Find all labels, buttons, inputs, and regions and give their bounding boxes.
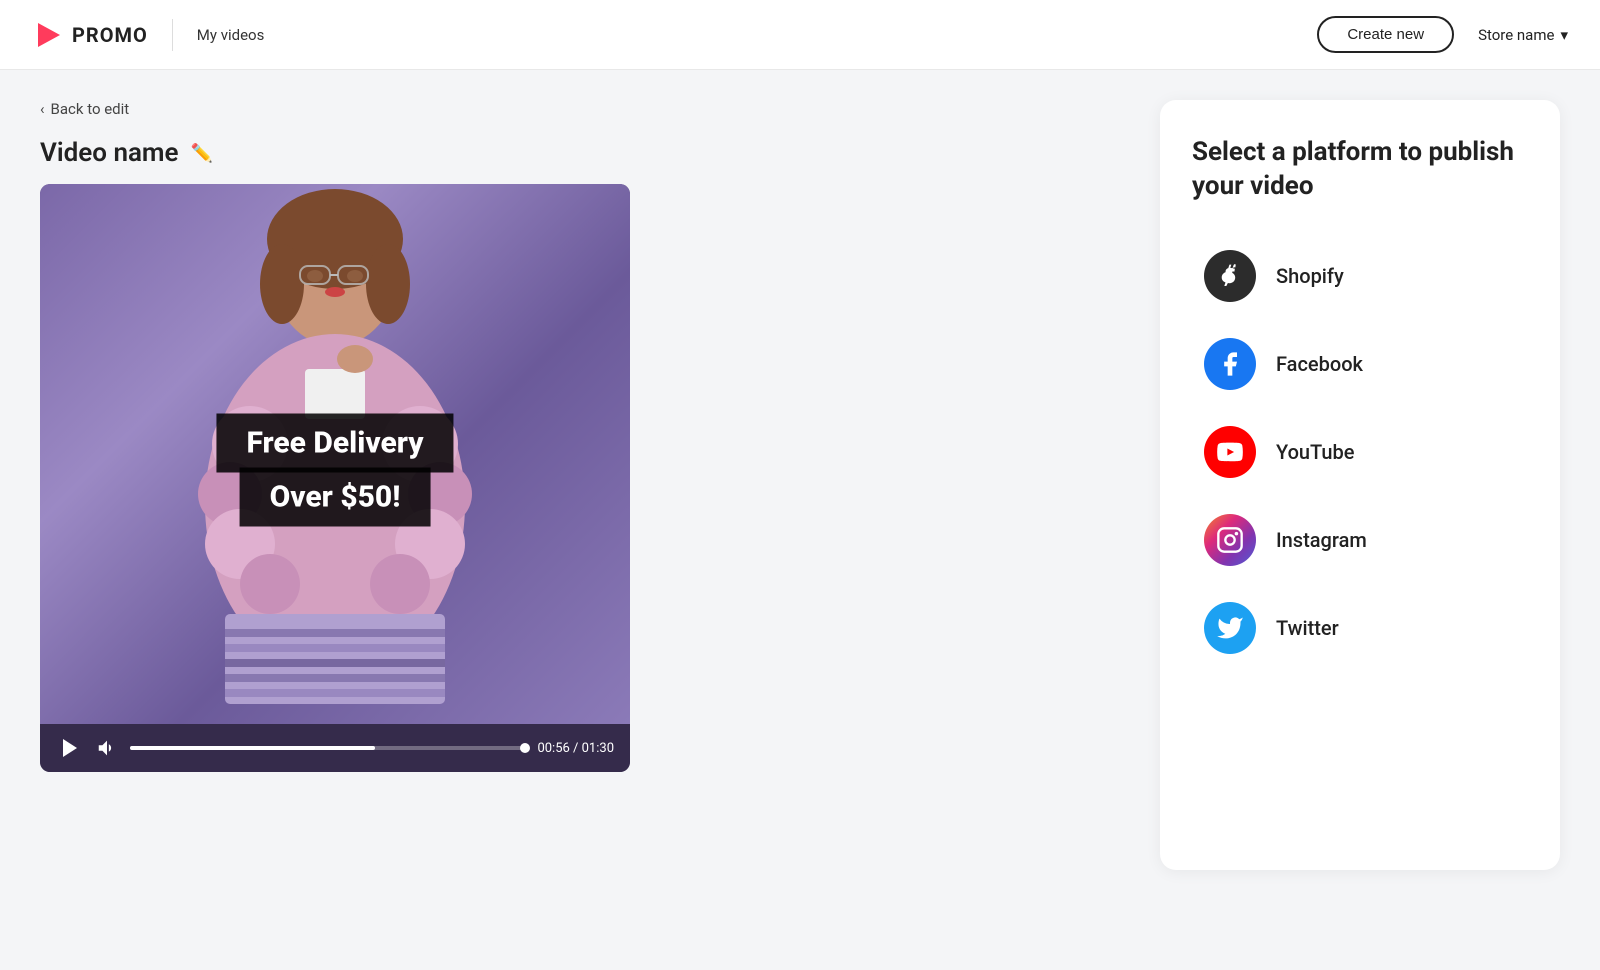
platform-item-twitter[interactable]: Twitter	[1192, 588, 1528, 668]
play-button[interactable]	[56, 734, 84, 762]
panel-title: Select a platform to publish your video	[1192, 136, 1528, 204]
logo[interactable]: PROMO	[32, 19, 148, 51]
time-display: 00:56 / 01:30	[537, 741, 614, 756]
main-content: ‹ Back to edit Video name ✏️	[0, 70, 1600, 900]
create-new-button[interactable]: Create new	[1317, 16, 1454, 53]
progress-dot	[520, 743, 530, 753]
facebook-icon	[1216, 350, 1244, 378]
instagram-icon	[1216, 526, 1244, 554]
edit-title-icon[interactable]: ✏️	[191, 143, 213, 164]
header: PROMO My videos Create new Store name ▾	[0, 0, 1600, 70]
shopify-label: Shopify	[1276, 264, 1344, 288]
platform-item-shopify[interactable]: Shopify	[1192, 236, 1528, 316]
shopify-icon-circle	[1204, 250, 1256, 302]
header-right: Create new Store name ▾	[1317, 16, 1568, 53]
youtube-icon	[1216, 438, 1244, 466]
video-controls: 00:56 / 01:30	[40, 724, 630, 772]
back-to-edit-label: Back to edit	[51, 100, 130, 118]
progress-bar[interactable]	[130, 746, 525, 750]
twitter-label: Twitter	[1276, 616, 1339, 640]
platform-list: Shopify Facebook YouT	[1192, 236, 1528, 668]
shopify-icon	[1216, 262, 1244, 290]
facebook-label: Facebook	[1276, 352, 1363, 376]
promo-logo-icon	[32, 19, 64, 51]
video-overlay-text-1: Free Delivery	[216, 414, 453, 473]
video-player: Free Delivery Over $50!	[40, 184, 630, 772]
volume-button[interactable]	[96, 737, 118, 759]
platform-item-instagram[interactable]: Instagram	[1192, 500, 1528, 580]
video-overlay-text-2: Over $50!	[240, 468, 431, 527]
logo-text: PROMO	[72, 23, 148, 47]
platform-item-facebook[interactable]: Facebook	[1192, 324, 1528, 404]
youtube-label: YouTube	[1276, 440, 1355, 464]
platform-item-youtube[interactable]: YouTube	[1192, 412, 1528, 492]
back-arrow-icon: ‹	[40, 100, 45, 118]
youtube-icon-circle	[1204, 426, 1256, 478]
store-name-dropdown[interactable]: Store name ▾	[1478, 26, 1568, 44]
twitter-icon-circle	[1204, 602, 1256, 654]
video-thumbnail: Free Delivery Over $50!	[40, 184, 630, 724]
facebook-icon-circle	[1204, 338, 1256, 390]
video-title: Video name	[40, 138, 179, 168]
right-panel: Select a platform to publish your video …	[1160, 100, 1560, 870]
store-name-label: Store name	[1478, 26, 1554, 44]
play-icon	[58, 736, 82, 760]
header-divider	[172, 19, 173, 51]
video-title-row: Video name ✏️	[40, 138, 1128, 168]
twitter-icon	[1216, 614, 1244, 642]
my-videos-link[interactable]: My videos	[197, 26, 265, 44]
instagram-icon-circle	[1204, 514, 1256, 566]
progress-fill	[130, 746, 375, 750]
chevron-down-icon: ▾	[1560, 26, 1568, 44]
left-panel: ‹ Back to edit Video name ✏️	[40, 100, 1128, 870]
volume-icon	[96, 737, 118, 759]
back-to-edit-link[interactable]: ‹ Back to edit	[40, 100, 1128, 118]
instagram-label: Instagram	[1276, 528, 1367, 552]
